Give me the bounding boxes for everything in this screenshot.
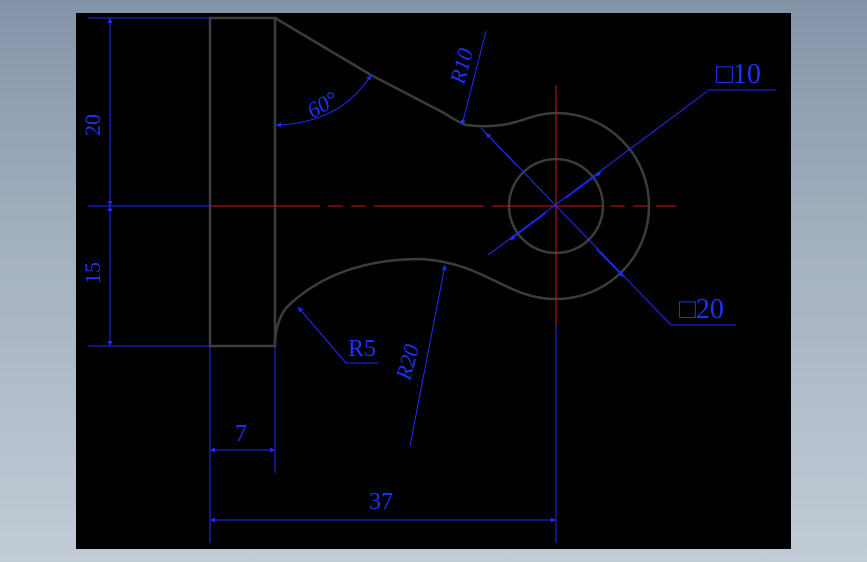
part-outline xyxy=(208,16,651,348)
dimension-labels: 20 15 60° R10 □10 □20 R5 R20 7 37 xyxy=(80,46,761,515)
label-60deg: 60° xyxy=(303,86,342,123)
label-r20: R20 xyxy=(390,342,424,384)
base-block xyxy=(208,16,277,348)
dim-sq10-arrow-a xyxy=(509,212,547,241)
cad-drawing: 20 15 60° R10 □10 □20 R5 R20 7 37 xyxy=(80,16,776,543)
centerlines xyxy=(210,85,676,325)
label-7: 7 xyxy=(235,421,247,447)
dim-sq10-arrow-b xyxy=(565,171,602,199)
dimension-lines xyxy=(88,17,776,543)
drawing-canvas: 20 15 60° R10 □10 □20 R5 R20 7 37 xyxy=(76,13,791,549)
label-sq10: □10 xyxy=(716,59,761,90)
label-15: 15 xyxy=(80,262,105,284)
dim-r5-leader xyxy=(297,306,347,364)
label-37: 37 xyxy=(369,489,393,515)
dim-sq20-arrow-b xyxy=(595,248,625,278)
dim-sq10-leader xyxy=(487,89,710,256)
label-sq20: □20 xyxy=(679,294,724,325)
label-20: 20 xyxy=(80,114,105,136)
dim-sq20-arrow-a xyxy=(485,132,517,166)
label-r5: R5 xyxy=(348,336,376,362)
